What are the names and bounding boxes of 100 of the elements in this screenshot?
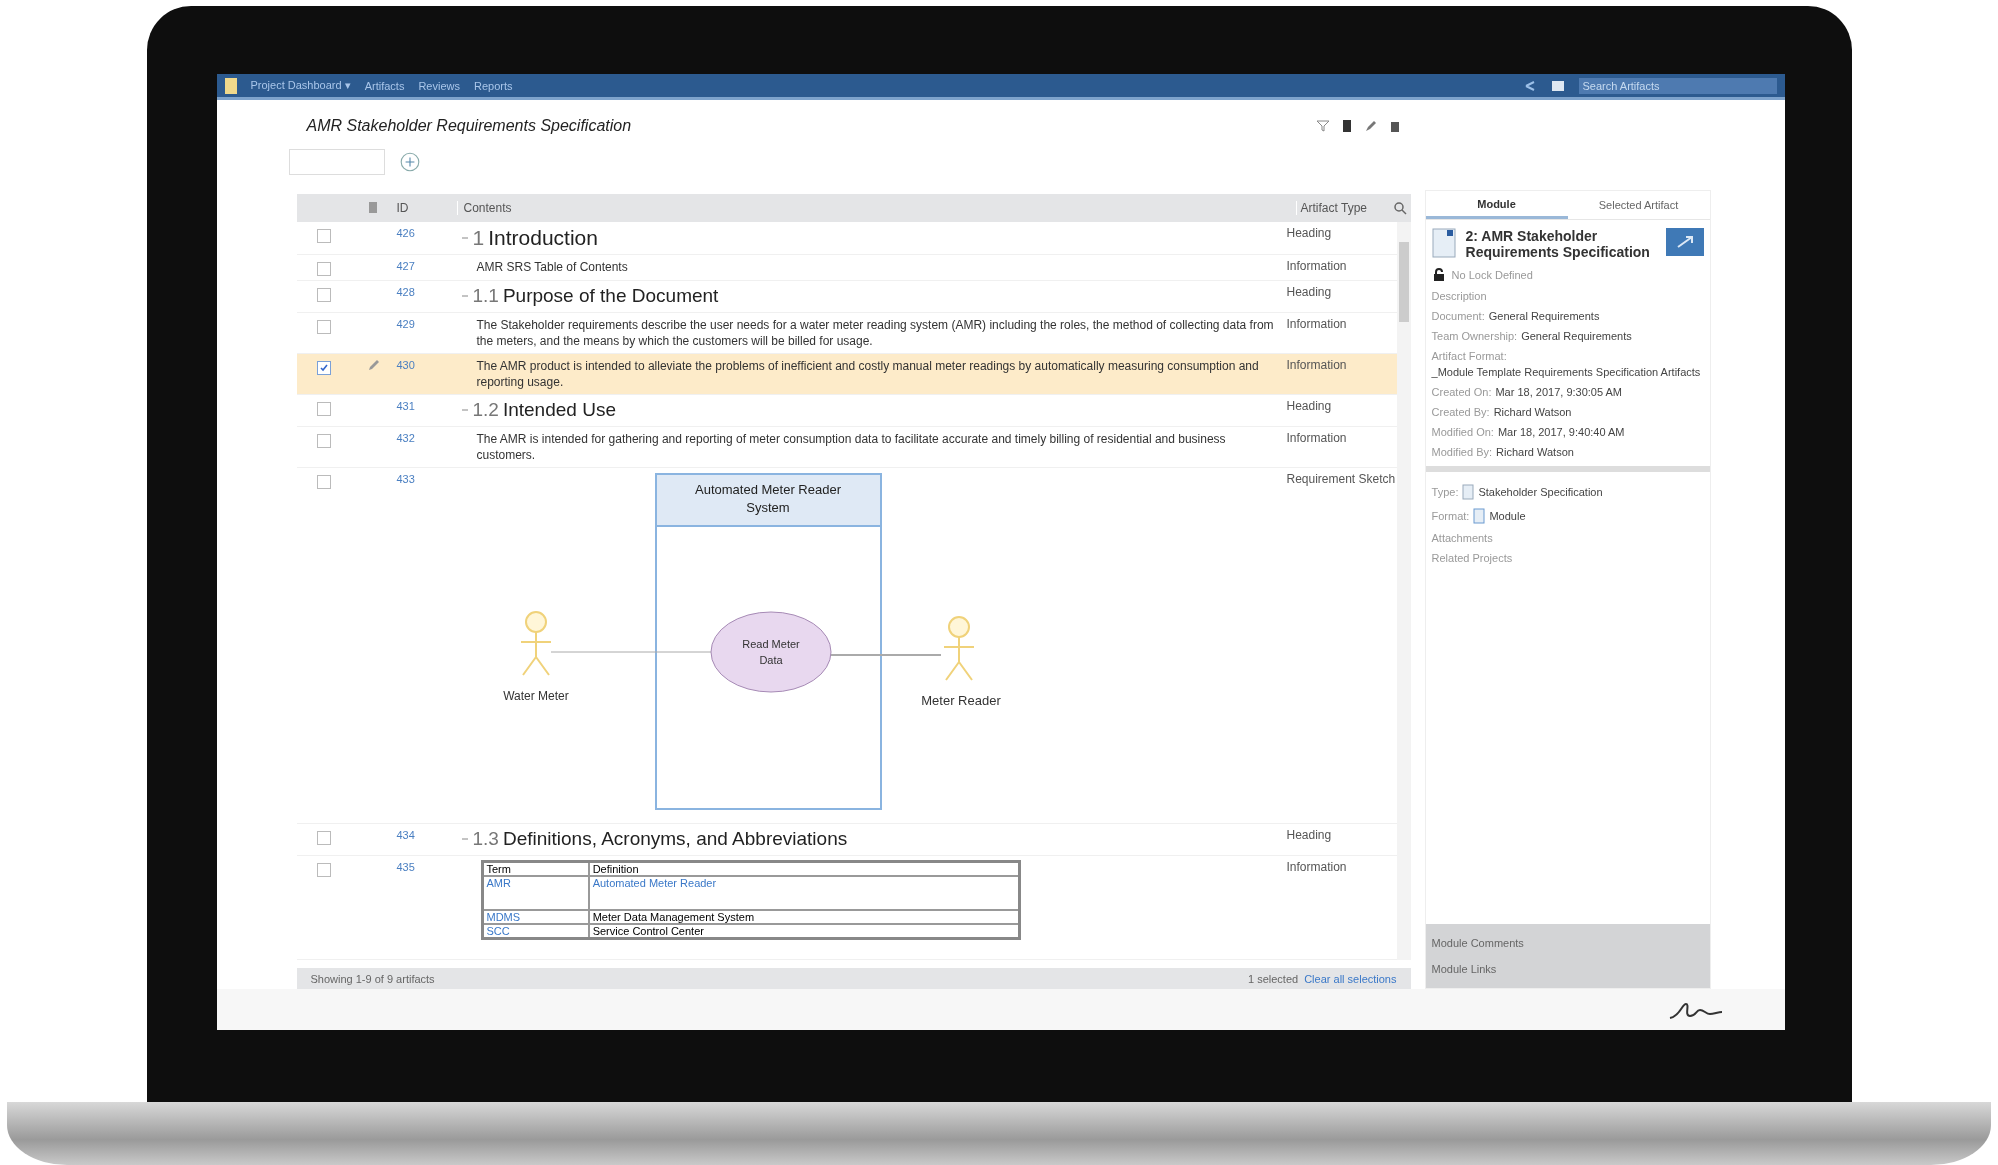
- field-label: Related Projects: [1431, 552, 1514, 564]
- field-label: Modified By:: [1431, 446, 1493, 458]
- column-header[interactable]: ID: [396, 201, 457, 215]
- artifact-row[interactable]: 430 The AMR product is intended to alleviate the problems of inefficient and costly manual meter readings by automatically measuring consumption and reporting usage. Information: [296, 354, 1397, 395]
- collapse-toggle[interactable]: [460, 835, 469, 843]
- heading-title: Purpose of the Document: [502, 285, 719, 307]
- menu-link[interactable]: Project Dashboard ▾: [250, 79, 351, 92]
- clear-selection-link[interactable]: Clear all selections: [1304, 972, 1397, 985]
- column-header[interactable]: Artifact Type: [1295, 201, 1411, 215]
- artifact-type: Requirement Sketch: [1285, 472, 1397, 486]
- table-cell: MDMS: [482, 910, 589, 924]
- field-value: Mar 18, 2017, 9:40:40 AM: [1497, 426, 1625, 438]
- row-checkbox[interactable]: [317, 320, 331, 334]
- row-checkbox[interactable]: [317, 475, 331, 489]
- artifact-id-link[interactable]: 435: [396, 861, 415, 873]
- row-checkbox[interactable]: [317, 361, 331, 375]
- heading-number: 1.1: [472, 285, 499, 307]
- pencil-icon[interactable]: [367, 358, 381, 372]
- field-label: Created On:: [1431, 386, 1492, 398]
- artifact-row[interactable]: 426 1 Introduction Heading: [296, 222, 1397, 255]
- artifact-type: Information: [1285, 358, 1348, 372]
- row-checkbox[interactable]: [317, 831, 331, 845]
- artifact-type: Information: [1285, 860, 1348, 874]
- artifact-id-link[interactable]: 432: [396, 432, 415, 444]
- field-value: General Requirements: [1521, 330, 1632, 342]
- scrollbar[interactable]: [1396, 222, 1411, 960]
- field-label: Document:: [1431, 310, 1485, 322]
- collapse-toggle[interactable]: [460, 234, 469, 242]
- field-value: Mar 18, 2017, 9:30:05 AM: [1495, 386, 1623, 398]
- artifact-type: Heading: [1285, 399, 1333, 413]
- lock-icon: [1431, 268, 1446, 282]
- artifact-type: Heading: [1285, 828, 1333, 842]
- menu-link[interactable]: Reviews: [418, 79, 460, 92]
- artifact-id-link[interactable]: 430: [396, 359, 415, 371]
- row-checkbox[interactable]: [317, 229, 331, 243]
- artifact-id-link[interactable]: 426: [396, 227, 415, 239]
- panel-tab[interactable]: Module: [1425, 191, 1568, 219]
- artifact-id-link[interactable]: 431: [396, 400, 415, 412]
- collapse-toggle[interactable]: [460, 292, 469, 300]
- use-case-diagram: Automated Meter Reader System Read Meter Data Water Meter Meter Reader: [490, 472, 1021, 812]
- menu-link[interactable]: Artifacts: [364, 79, 405, 92]
- panel-tab[interactable]: Selected Artifact: [1567, 191, 1710, 219]
- module-title: AMR Stakeholder Requirements Specification: [306, 117, 632, 135]
- field-value: Stakeholder Specification: [1478, 486, 1603, 498]
- menu-link[interactable]: Reports: [474, 79, 513, 92]
- field-value: General Requirements: [1488, 310, 1600, 322]
- field-value: Richard Watson: [1496, 446, 1574, 458]
- document-icon: [1431, 228, 1456, 258]
- section-header[interactable]: Module Links: [1431, 956, 1704, 982]
- row-checkbox[interactable]: [317, 262, 331, 276]
- app-icon: [224, 77, 237, 94]
- artifact-row[interactable]: 431 1.2 Intended Use Heading: [296, 395, 1397, 427]
- artifact-row[interactable]: 433 Automated Meter Reader System Read Meter Data Water Meter Meter Reader Requirement Sketch: [296, 468, 1397, 824]
- table-cell: Automated Meter Reader: [588, 876, 1019, 910]
- field-label: Created By:: [1431, 406, 1490, 418]
- heading-number: 1.2: [472, 399, 499, 421]
- module-icon: [1473, 508, 1486, 524]
- artifact-id-link[interactable]: 428: [396, 286, 415, 298]
- section-header[interactable]: Module Comments: [1431, 930, 1704, 956]
- search-icon[interactable]: [1392, 201, 1407, 215]
- add-icon[interactable]: [398, 151, 421, 173]
- field-value: _Module Template Requirements Specification Artifacts: [1431, 366, 1701, 378]
- field-value: Module: [1489, 510, 1526, 522]
- edit-icon[interactable]: [1363, 119, 1378, 133]
- row-checkbox[interactable]: [317, 863, 331, 877]
- artifact-id-link[interactable]: 427: [396, 260, 415, 272]
- table-cell: AMR: [482, 876, 589, 910]
- artifact-row[interactable]: 427 AMR SRS Table of Contents Information: [296, 255, 1397, 281]
- column-header[interactable]: Contents: [456, 201, 1296, 215]
- artifact-row[interactable]: 434 1.3 Definitions, Acronyms, and Abbreviations Heading: [296, 824, 1397, 856]
- artifact-text: The AMR product is intended to alleviate the problems of inefficient and costly manual meter readings by automatically measuring consumption and reporting usage.: [475, 358, 1260, 390]
- row-checkbox[interactable]: [317, 434, 331, 448]
- heading-title: Intended Use: [502, 399, 616, 421]
- lock-status: No Lock Defined: [1451, 269, 1533, 281]
- artifact-id-link[interactable]: 433: [396, 473, 415, 485]
- artifact-type: Information: [1285, 431, 1348, 445]
- open-button[interactable]: [1665, 228, 1704, 256]
- row-checkbox[interactable]: [317, 288, 331, 302]
- artifact-id-link[interactable]: 429: [396, 318, 415, 330]
- row-checkbox[interactable]: [317, 402, 331, 416]
- artifact-text: The AMR is intended for gathering and reporting of meter consumption data to facilitate accurate and timely billing of residential and business customers.: [475, 431, 1227, 463]
- collapse-toggle[interactable]: [460, 406, 469, 414]
- search-field[interactable]: Search Artifacts: [1578, 77, 1777, 94]
- table-cell: Meter Data Management System: [588, 910, 1019, 924]
- artifact-row[interactable]: 432 The AMR is intended for gathering and reporting of meter consumption data to facilitate accurate and timely billing of residential and business customers. Information: [296, 427, 1397, 468]
- field-label: Modified On:: [1431, 426, 1494, 438]
- heading-title: Definitions, Acronyms, and Abbreviations: [502, 828, 848, 850]
- table-header: Term: [482, 861, 589, 876]
- heading-title: Introduction: [488, 226, 598, 250]
- heading-number: 1: [472, 226, 485, 250]
- filter-icon[interactable]: [1315, 119, 1330, 133]
- artifact-row[interactable]: 428 1.1 Purpose of the Document Heading: [296, 281, 1397, 313]
- artifact-type: Heading: [1285, 285, 1333, 299]
- filter-field[interactable]: [288, 149, 385, 175]
- artifact-id-link[interactable]: 434: [396, 829, 415, 841]
- artifact-type: Heading: [1285, 226, 1333, 240]
- description-label: Description: [1431, 290, 1488, 302]
- artifact-row[interactable]: 435 Term Definition AMR Automated Meter Reader MDMS Meter Data Management System SCC Service Control Center Information: [296, 856, 1397, 960]
- field-label: Type:: [1431, 486, 1459, 498]
- status-text: 1 selected: [1248, 972, 1299, 985]
